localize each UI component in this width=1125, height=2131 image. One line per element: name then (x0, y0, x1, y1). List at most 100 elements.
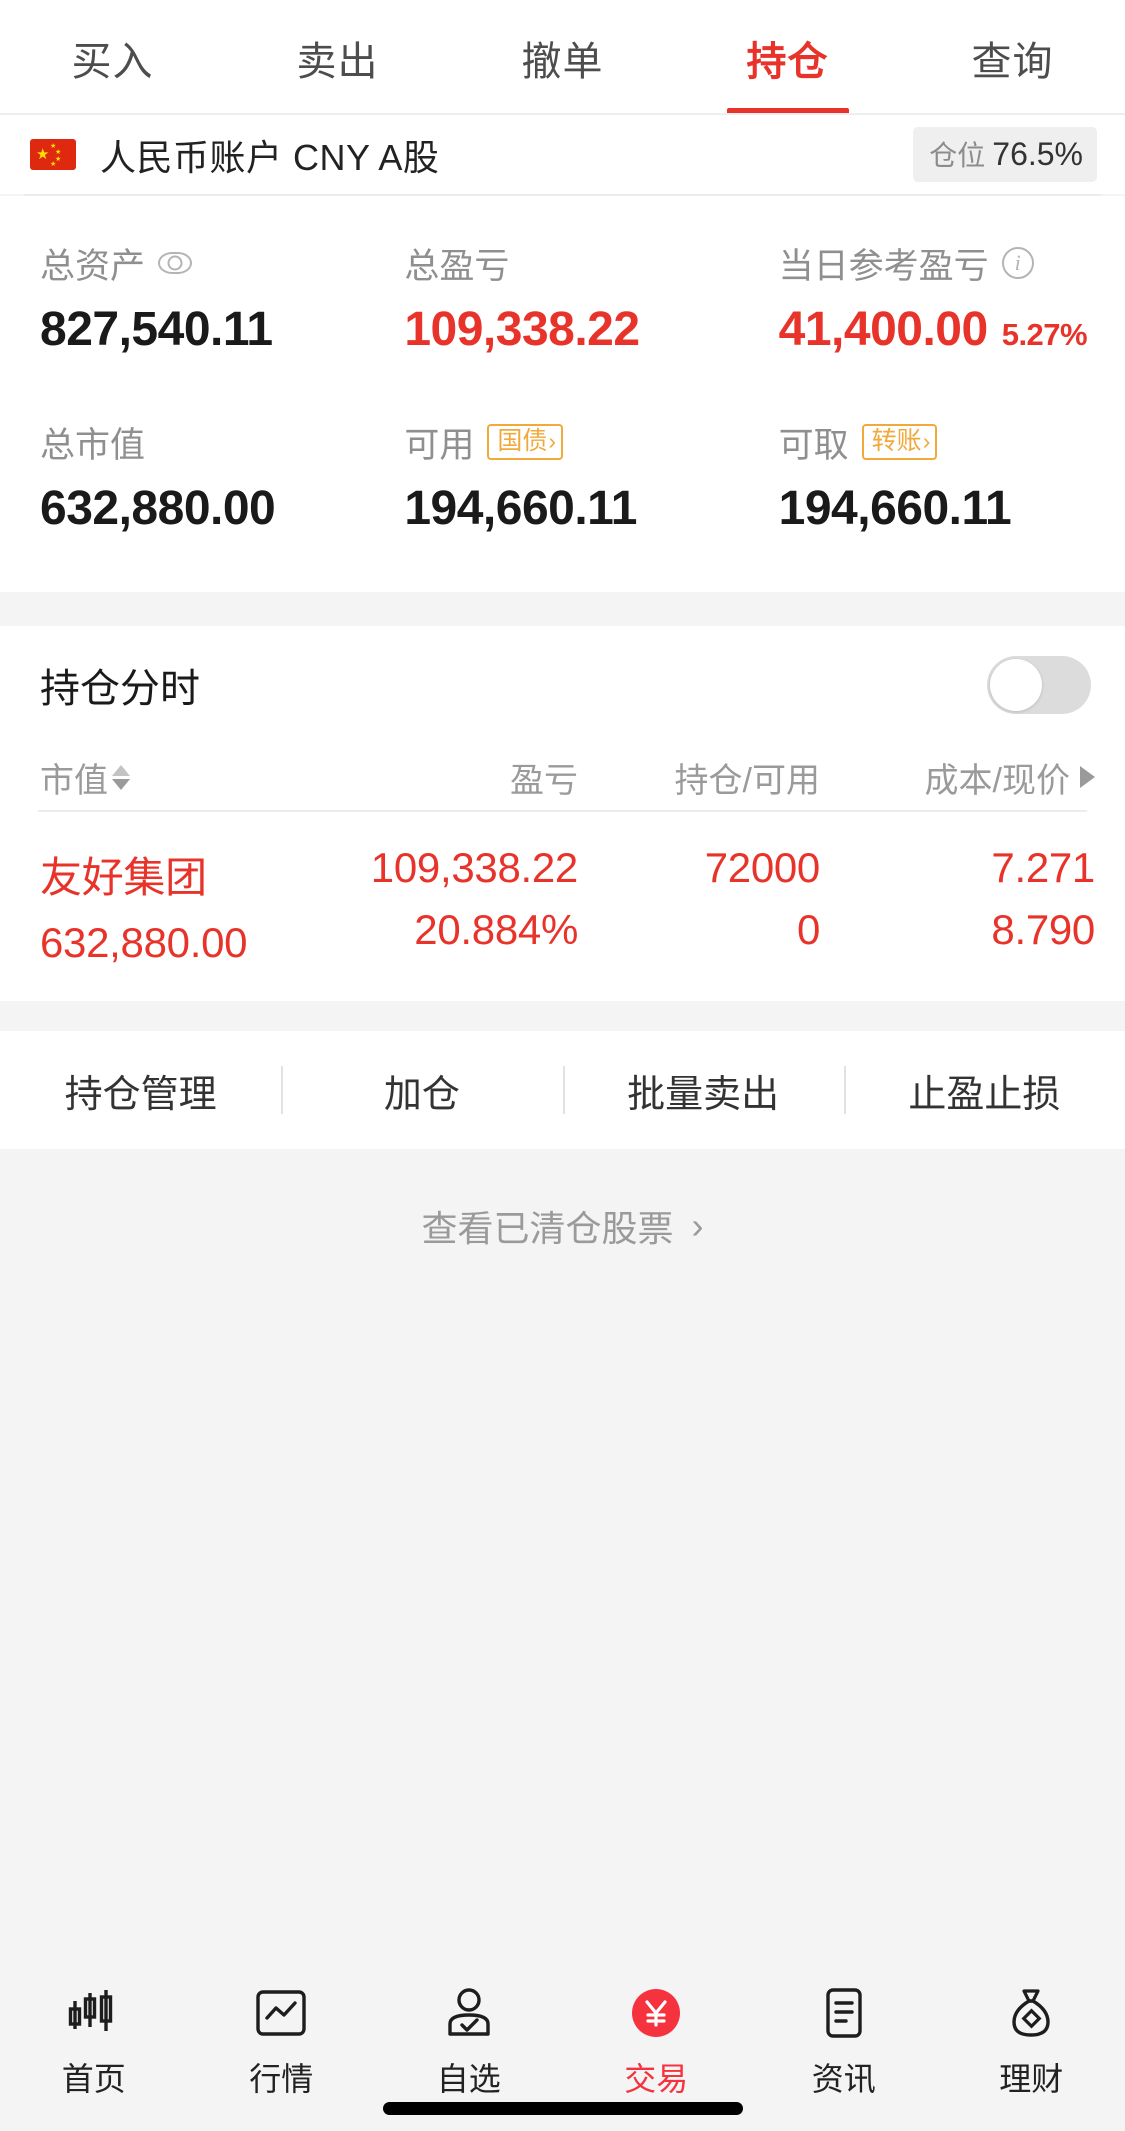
header-cost-price[interactable]: 成本/现价 (820, 753, 1095, 802)
account-name: 人民币账户 CNY A股 (100, 136, 440, 178)
chevron-right-icon: › (548, 428, 557, 454)
stat-value: 194,660.11 (778, 482, 1012, 535)
table-row[interactable]: 友好集团 632,880.00 109,338.22 20.884% 72000… (0, 812, 1125, 1001)
position-ratio-label: 仓位 (929, 140, 986, 171)
intraday-chart-toggle[interactable] (987, 656, 1091, 714)
nav-label: 首页 (61, 2061, 126, 2097)
stat-withdrawable-cash: 可取 转账 › 194,660.11 (751, 419, 1125, 536)
header-profit-loss-label: 盈亏 (510, 761, 578, 800)
tab-cancel-order[interactable]: 撤单 (450, 0, 675, 115)
nav-item-news[interactable]: 资讯 (750, 1982, 938, 2100)
summary-row-primary: 总资产 827,540.11 总盈亏 109,338.22 当日参考盈亏 i 4… (0, 240, 1125, 357)
current-price-value: 8.790 (991, 906, 1095, 953)
stat-label: 总资产 (40, 246, 146, 286)
profit-loss-amount: 109,338.22 (370, 844, 579, 891)
nav-label: 自选 (436, 2061, 501, 2097)
batch-sell-button[interactable]: 批量卖出 (563, 1031, 844, 1149)
government-bond-button[interactable]: 国债 › (487, 424, 564, 460)
transfer-button[interactable]: 转账 › (861, 424, 938, 460)
stat-label: 可取 (778, 425, 849, 465)
stat-value-group: 109,338.22 (404, 302, 750, 357)
stat-total-assets: 总资产 827,540.11 (0, 240, 386, 357)
cell-profit-loss: 109,338.22 20.884% (308, 844, 579, 954)
tab-sell[interactable]: 卖出 (225, 0, 450, 115)
cell-position: 72000 0 (578, 844, 821, 954)
info-icon[interactable]: i (1001, 247, 1034, 279)
tab-buy[interactable]: 买入 (0, 0, 225, 115)
holdings-section: 持仓分时 市值 盈亏 持仓/可用 成本/现价 友好集团 632,880.00 1… (0, 626, 1125, 1001)
header-position-available[interactable]: 持仓/可用 (578, 753, 820, 802)
available-quantity: 0 (796, 906, 820, 953)
stat-available-cash: 可用 国债 › 194,660.11 (386, 419, 750, 536)
header-market-value[interactable]: 市值 (40, 753, 308, 802)
cell-stock: 友好集团 632,880.00 (40, 844, 308, 967)
government-bond-label: 国债 (497, 427, 548, 455)
account-summary: 总资产 827,540.11 总盈亏 109,338.22 当日参考盈亏 i 4… (0, 196, 1125, 592)
stat-label: 当日参考盈亏 (778, 246, 989, 286)
view-cleared-stocks-link[interactable]: 查看已清仓股票 › (421, 1201, 703, 1251)
position-management-button[interactable]: 持仓管理 (0, 1031, 281, 1149)
add-position-button[interactable]: 加仓 (281, 1031, 562, 1149)
header-market-value-label: 市值 (40, 761, 108, 800)
stat-total-profit-loss: 总盈亏 109,338.22 (386, 240, 750, 357)
sort-arrows-icon (112, 764, 130, 790)
stat-label: 总盈亏 (404, 246, 510, 286)
tab-label: 买入 (71, 39, 154, 84)
person-check-icon (438, 1982, 500, 2044)
header-position-available-label: 持仓/可用 (674, 761, 820, 800)
transfer-label: 转账 (871, 427, 922, 455)
stock-name: 友好集团 (40, 854, 207, 901)
stat-total-market-value: 总市值 632,880.00 (0, 419, 386, 536)
stat-value: 827,540.11 (40, 303, 273, 356)
cleared-stocks-label: 查看已清仓股票 (421, 1208, 674, 1249)
account-row[interactable]: ★ ★ ★ ★ ★ 人民币账户 CNY A股 仓位 76.5% (0, 115, 1125, 194)
nav-item-home[interactable]: 首页 (0, 1982, 188, 2100)
position-quantity: 72000 (704, 844, 821, 891)
action-label: 批量卖出 (627, 1073, 780, 1116)
section-gap (0, 1001, 1125, 1031)
stat-percent: 5.27% (1001, 317, 1088, 352)
money-bag-icon (1000, 1982, 1062, 2044)
stop-profit-loss-button[interactable]: 止盈止损 (844, 1031, 1125, 1149)
position-ratio-badge[interactable]: 仓位 76.5% (913, 127, 1097, 182)
stat-value: 41,400.00 (778, 303, 989, 356)
tab-label: 撤单 (521, 39, 604, 84)
nav-label: 行情 (249, 2061, 314, 2097)
tab-label: 持仓 (746, 39, 829, 84)
nav-label: 资讯 (811, 2061, 876, 2097)
profit-loss-percent: 20.884% (414, 906, 578, 953)
nav-label: 理财 (999, 2061, 1064, 2097)
holdings-header: 持仓分时 (0, 626, 1125, 744)
tab-label: 卖出 (296, 39, 379, 84)
cell-cost-price: 7.271 8.790 (820, 844, 1095, 954)
nav-item-wealth[interactable]: 理财 (938, 1982, 1125, 2100)
holdings-table-header: 市值 盈亏 持仓/可用 成本/现价 (0, 744, 1125, 810)
eye-icon[interactable] (158, 252, 193, 274)
chevron-right-icon[interactable] (1080, 766, 1095, 788)
chevron-right-icon: › (691, 1205, 704, 1246)
position-ratio-value: 76.5% (992, 136, 1083, 172)
tab-label: 查询 (971, 39, 1054, 84)
nav-item-market[interactable]: 行情 (188, 1982, 376, 2100)
chevron-right-icon: › (922, 428, 931, 454)
bottom-navigation: 首页 行情 自选 交易 资讯 理财 (0, 1960, 1125, 2131)
stat-value: 109,338.22 (404, 303, 640, 356)
tab-query[interactable]: 查询 (900, 0, 1125, 115)
holdings-action-bar: 持仓管理 加仓 批量卖出 止盈止损 (0, 1031, 1125, 1149)
stat-daily-profit-loss: 当日参考盈亏 i 41,400.00 5.27% (751, 240, 1125, 357)
stat-value-group: 41,400.00 5.27% (779, 302, 1125, 357)
header-profit-loss[interactable]: 盈亏 (308, 753, 578, 802)
nav-label: 交易 (624, 2061, 689, 2097)
nav-item-watchlist[interactable]: 自选 (375, 1982, 563, 2100)
stat-value-group: 194,660.11 (404, 481, 750, 536)
nav-item-trade[interactable]: 交易 (563, 1982, 751, 2100)
stat-value-group: 827,540.11 (40, 302, 386, 357)
toggle-knob (990, 659, 1042, 711)
home-indicator (382, 2102, 743, 2115)
stat-value-group: 632,880.00 (40, 481, 386, 536)
cost-value: 7.271 (991, 844, 1095, 891)
chart-box-icon (250, 1982, 312, 2044)
holdings-title: 持仓分时 (40, 667, 200, 711)
document-icon (813, 1982, 875, 2044)
tab-positions[interactable]: 持仓 (675, 0, 900, 115)
